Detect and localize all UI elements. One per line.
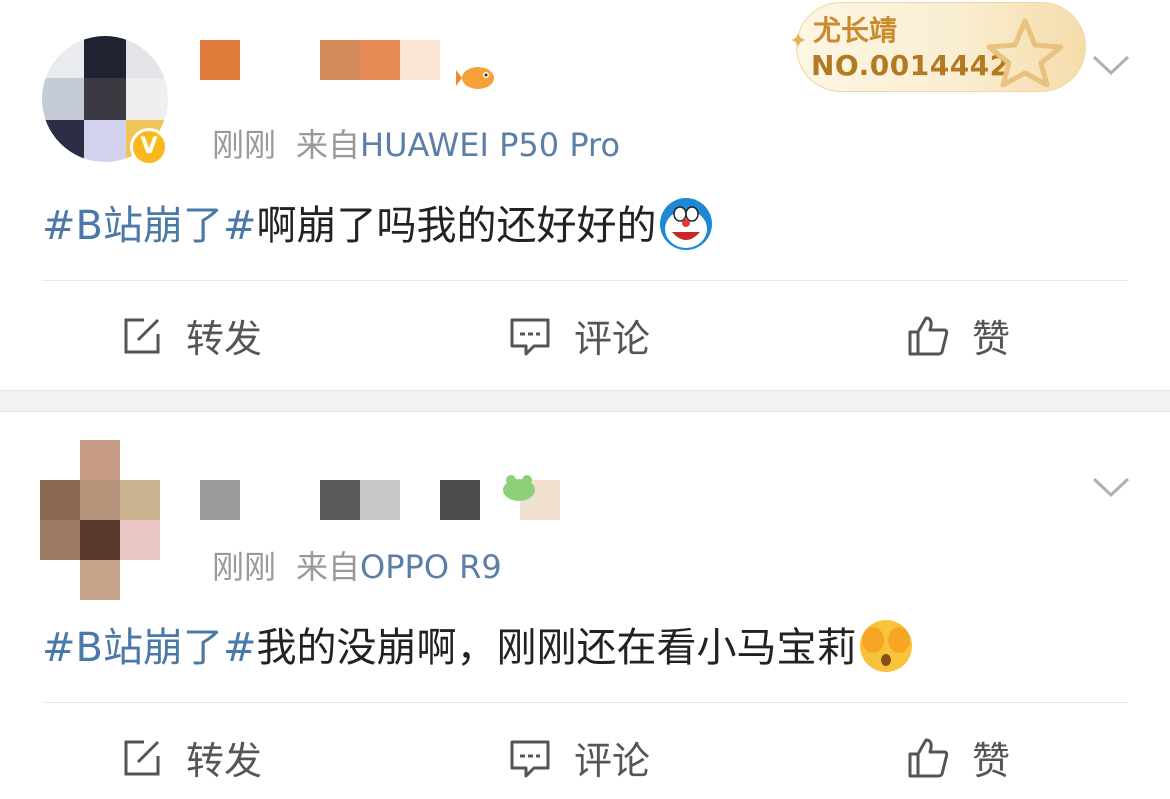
post-time: 刚刚 <box>212 126 277 164</box>
post-meta: 刚刚 来自HUAWEI P50 Pro <box>212 120 620 166</box>
post-time: 刚刚 <box>212 548 277 586</box>
star-icon <box>986 18 1064 87</box>
thumbs-up-icon <box>908 316 949 355</box>
repost-button[interactable]: 转发 <box>120 308 262 363</box>
device-name[interactable]: HUAWEI P50 Pro <box>360 126 620 164</box>
like-label: 赞 <box>972 739 1011 783</box>
username-blurred[interactable] <box>200 40 440 80</box>
like-button[interactable]: 赞 <box>906 730 1010 785</box>
chevron-down-icon[interactable] <box>1092 54 1130 76</box>
comment-button[interactable]: 评论 <box>508 308 650 363</box>
edit-square-icon <box>124 318 160 353</box>
chevron-down-icon[interactable] <box>1092 476 1130 498</box>
feed-post[interactable]: V 刚刚 来自HUAWEI P50 Pro ✦ 尤长靖 NO.0014442 #B… <box>0 0 1170 390</box>
comment-button[interactable]: 评论 <box>508 730 650 785</box>
post-meta: 刚刚 来自OPPO R9 <box>212 542 502 588</box>
comment-bubble-icon <box>510 318 550 355</box>
doraemon-emoji-icon <box>660 198 713 250</box>
frog-emoji-icon <box>503 475 535 501</box>
post-text: #B站崩了#我的没崩啊，刚刚还在看小马宝莉 <box>42 620 914 678</box>
like-button[interactable]: 赞 <box>906 308 1010 363</box>
comment-label: 评论 <box>574 317 651 361</box>
gold-card-name: 尤长靖 <box>813 14 898 47</box>
feed-separator <box>0 390 1170 412</box>
post-text: #B站崩了#啊崩了吗我的还好好的 <box>42 198 714 256</box>
fish-emoji-icon <box>456 67 494 89</box>
cover-face-emoji-icon <box>860 620 913 672</box>
divider <box>42 280 1128 281</box>
sparkle-icon: ✦ <box>789 29 808 54</box>
source-label: 来自 <box>296 548 361 586</box>
edit-square-icon <box>124 740 160 775</box>
divider <box>42 702 1128 703</box>
gold-member-card[interactable]: ✦ 尤长靖 NO.0014442 <box>789 2 1086 92</box>
post-body: 啊崩了吗我的还好好的 <box>256 203 657 249</box>
comment-label: 评论 <box>574 739 651 783</box>
topic-link[interactable]: #B站崩了# <box>42 625 256 671</box>
topic-link[interactable]: #B站崩了# <box>42 203 256 249</box>
repost-label: 转发 <box>186 317 263 361</box>
device-name[interactable]: OPPO R9 <box>360 548 502 586</box>
repost-button[interactable]: 转发 <box>120 730 262 785</box>
comment-bubble-icon <box>510 740 550 777</box>
verified-badge: V <box>130 128 168 166</box>
like-label: 赞 <box>972 317 1011 361</box>
thumbs-up-icon <box>908 738 949 777</box>
post-body: 我的没崩啊，刚刚还在看小马宝莉 <box>256 625 857 671</box>
avatar[interactable] <box>40 440 166 600</box>
source-label: 来自 <box>296 126 361 164</box>
gold-card-number: NO.0014442 <box>811 49 1010 82</box>
feed-post[interactable]: 刚刚 来自OPPO R9 #B站崩了#我的没崩啊，刚刚还在看小马宝莉 转发 评论 … <box>0 412 1170 799</box>
repost-label: 转发 <box>186 739 263 783</box>
